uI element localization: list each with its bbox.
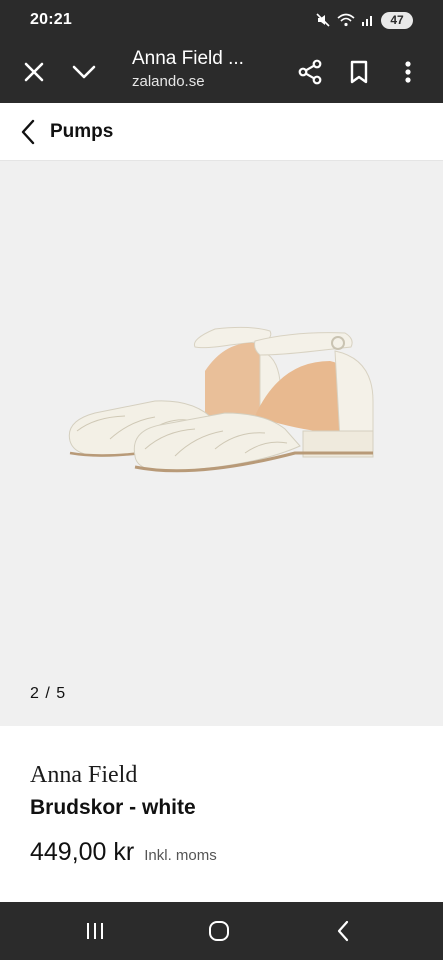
product-gallery[interactable]: 2 / 5 — [0, 161, 443, 726]
minimize-tab-button[interactable] — [62, 40, 106, 103]
page-title: Pumps — [50, 121, 114, 142]
home-icon — [209, 921, 229, 941]
product-image[interactable] — [55, 321, 385, 491]
product-info: Anna Field Brudskor - white 449,00 kr In… — [0, 726, 443, 902]
status-time: 20:21 — [30, 11, 72, 28]
battery-badge: 47 — [381, 11, 413, 29]
chevron-down-icon — [72, 65, 96, 78]
more-options-button[interactable] — [386, 40, 430, 103]
signal-icon — [361, 13, 375, 27]
product-name: Brudskor - white — [30, 796, 196, 819]
back-button[interactable] — [10, 112, 46, 152]
system-nav-bar — [0, 902, 443, 960]
bookmark-icon — [350, 60, 368, 83]
image-counter: 2 / 5 — [30, 685, 67, 702]
bookmark-button[interactable] — [337, 40, 381, 103]
back-icon — [337, 920, 349, 942]
wifi-icon — [337, 13, 355, 27]
close-tab-button[interactable] — [12, 40, 56, 103]
recent-apps-button[interactable] — [65, 902, 125, 960]
back-arrow-icon — [21, 119, 35, 145]
browser-url: zalando.se — [132, 73, 205, 90]
browser-toolbar: Anna Field ... zalando.se — [0, 40, 443, 103]
mute-icon — [315, 12, 331, 28]
vat-note: Inkl. moms — [144, 847, 217, 864]
close-icon — [24, 62, 44, 81]
system-back-button[interactable] — [313, 902, 373, 960]
browser-page-title: Anna Field ... — [132, 48, 244, 69]
status-icons: 47 — [315, 11, 413, 29]
status-bar: 20:21 47 — [0, 0, 443, 40]
product-price: 449,00 kr — [30, 838, 135, 866]
home-button[interactable] — [189, 902, 249, 960]
share-icon — [298, 59, 322, 84]
share-button[interactable] — [288, 40, 332, 103]
more-vert-icon — [405, 60, 411, 83]
price-row: 449,00 kr Inkl. moms — [30, 838, 217, 867]
brand-name[interactable]: Anna Field — [30, 762, 137, 789]
page-header: Pumps — [0, 103, 443, 161]
recent-apps-icon — [87, 923, 103, 939]
battery-level: 47 — [390, 13, 404, 27]
browser-title-block[interactable]: Anna Field ... zalando.se — [132, 48, 282, 90]
